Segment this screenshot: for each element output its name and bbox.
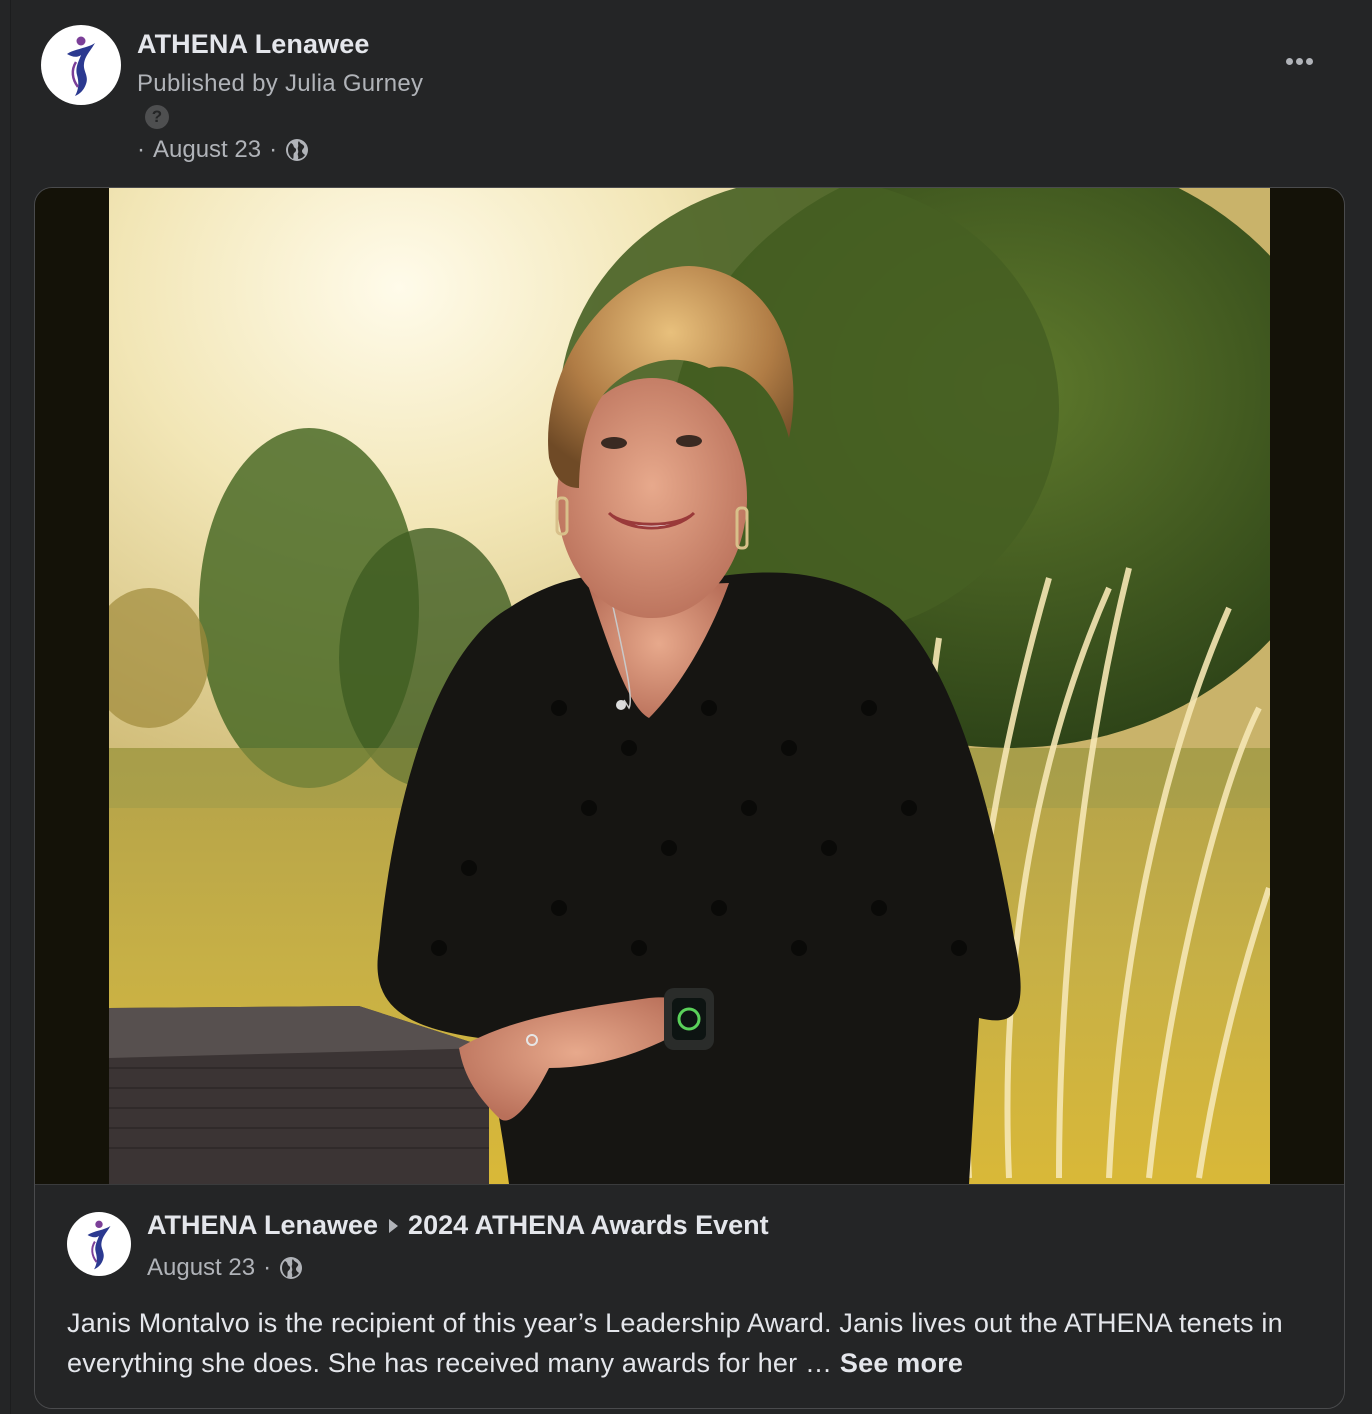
question-mark-icon[interactable]: ?	[145, 105, 169, 129]
photo-frame	[35, 188, 1344, 1184]
post-caption: Janis Montalvo is the recipient of this …	[67, 1303, 1317, 1383]
meta-separator: ·	[137, 136, 145, 163]
meta-separator: ·	[269, 136, 278, 163]
post-photo[interactable]	[109, 188, 1270, 1184]
globe-icon[interactable]	[285, 138, 309, 162]
more-dot-icon	[1305, 57, 1313, 65]
more-dot-icon	[1295, 57, 1303, 65]
post-date-link[interactable]: August 23	[153, 136, 261, 164]
page-name-link[interactable]: ATHENA Lenawee	[137, 29, 369, 60]
page-avatar[interactable]	[41, 25, 121, 105]
triangle-right-icon	[389, 1218, 399, 1233]
athena-logo-icon	[87, 1220, 111, 1270]
athena-logo-icon	[67, 36, 95, 96]
see-more-link[interactable]: See more	[840, 1348, 963, 1378]
publisher-label: Published by Julia Gurney	[137, 70, 424, 97]
shared-post-title: ATHENA Lenawee 2024 ATHENA Awards Event	[147, 1210, 769, 1241]
shared-post-footer: ATHENA Lenawee 2024 ATHENA Awards Event …	[35, 1184, 1344, 1408]
feed-post: ATHENA Lenawee Published by Julia Gurney…	[10, 0, 1368, 1414]
caption-text: Janis Montalvo is the recipient of this …	[67, 1308, 1283, 1378]
more-options-button[interactable]	[1277, 44, 1321, 78]
post-meta: · August 23 ·	[137, 134, 309, 166]
shared-page-avatar[interactable]	[67, 1212, 131, 1276]
shared-page-name-link[interactable]: ATHENA Lenawee	[147, 1210, 378, 1241]
portrait-photo	[109, 188, 1270, 1184]
shared-post-date-link[interactable]: August 23	[147, 1254, 255, 1282]
meta-separator: ·	[263, 1254, 272, 1281]
globe-icon[interactable]	[279, 1256, 303, 1280]
shared-post-card[interactable]: ATHENA Lenawee 2024 ATHENA Awards Event …	[34, 187, 1345, 1409]
more-dot-icon	[1285, 57, 1293, 65]
event-name-link[interactable]: 2024 ATHENA Awards Event	[408, 1210, 769, 1241]
shared-post-meta: August 23 ·	[147, 1254, 303, 1282]
